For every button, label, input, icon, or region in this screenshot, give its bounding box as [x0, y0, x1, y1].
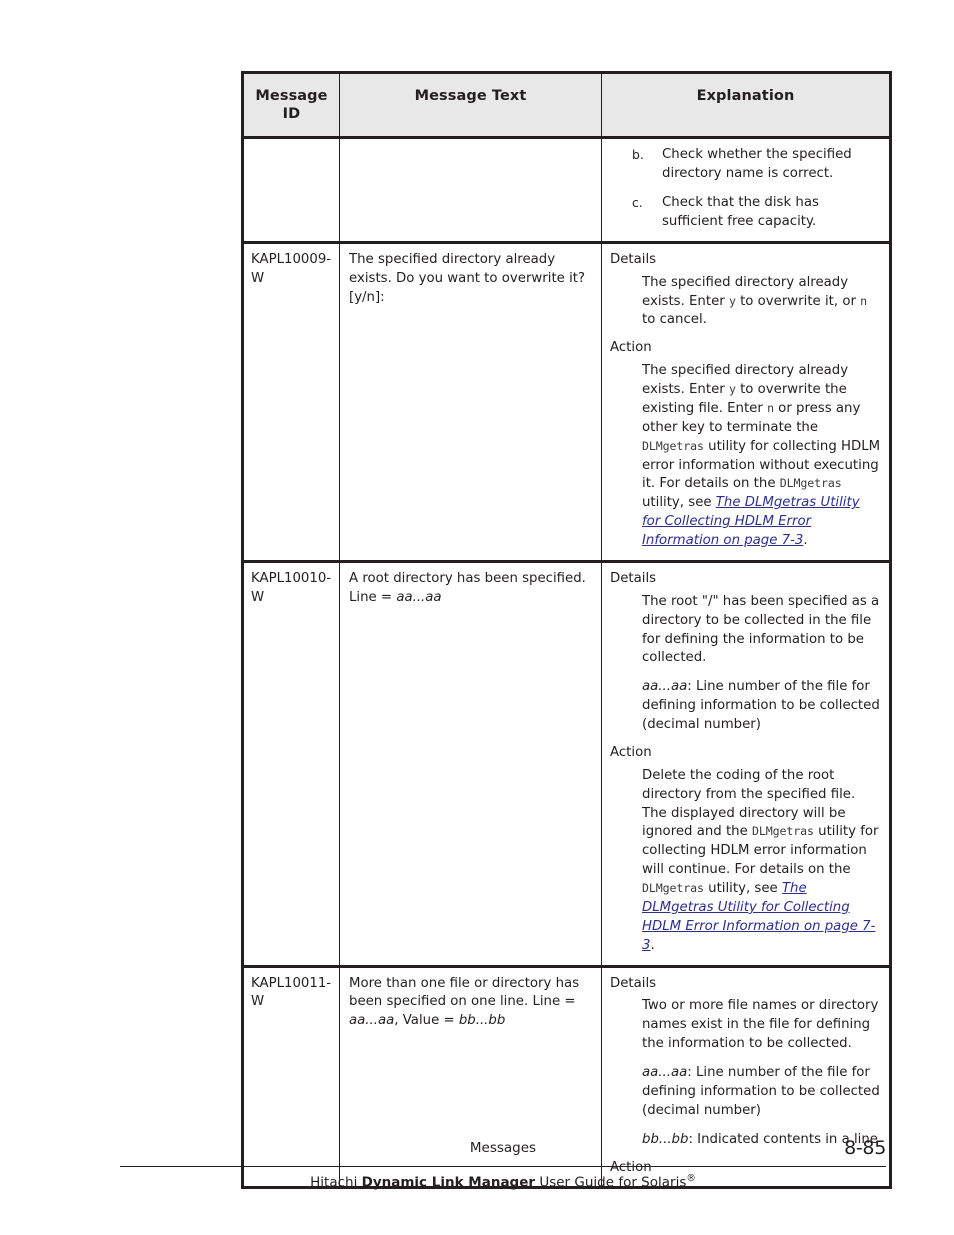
- details-label: Details: [610, 975, 657, 991]
- lettered-list: b. Check whether the specified directory…: [610, 146, 882, 232]
- action-text-part: .: [803, 533, 808, 548]
- list-item: c. Check that the disk has sufficient fr…: [610, 194, 882, 232]
- cell-message-id: KAPL10010-W: [242, 559, 340, 967]
- details-paragraph: aa...aa: Line number of the file for def…: [642, 678, 882, 735]
- guide-title-prefix: Hitachi: [310, 1174, 362, 1191]
- message-text-variable: bb...bb: [458, 1013, 506, 1029]
- action-text-part: utility, see: [703, 881, 782, 896]
- message-text-variable: aa...aa: [349, 1013, 395, 1029]
- message-table: Message ID Message Text Explanation b. C…: [241, 71, 892, 1190]
- page-footer: Messages 8-85 Hitachi Dynamic Link Manag…: [120, 1137, 886, 1191]
- action-label: Action: [610, 744, 652, 760]
- cell-message-text: A root directory has been specified. Lin…: [339, 559, 602, 967]
- cell-explanation: Details The root "/" has been specified …: [601, 559, 891, 967]
- cell-message-text: The specified directory already exists. …: [339, 240, 602, 562]
- cell-message-id: KAPL10009-W: [242, 240, 340, 562]
- guide-title-product: Dynamic Link Manager: [361, 1174, 536, 1191]
- list-item-text: Check that the disk has sufficient free …: [662, 195, 819, 229]
- cell-explanation: b. Check whether the specified directory…: [601, 137, 891, 243]
- action-text-part: utility, see: [642, 495, 716, 511]
- registered-trademark-icon: ®: [686, 1173, 696, 1184]
- details-text-part: to cancel.: [642, 312, 707, 328]
- details-paragraph: Two or more file names or directory name…: [642, 998, 879, 1052]
- footer-section-title: Messages: [469, 1140, 537, 1156]
- list-item: b. Check whether the specified directory…: [610, 146, 882, 184]
- message-text-part: More than one file or directory has been…: [349, 975, 580, 1010]
- inline-code: n: [860, 293, 868, 308]
- column-header-explanation: Explanation: [601, 71, 891, 140]
- details-paragraph: aa...aa: Line number of the file for def…: [642, 1064, 882, 1121]
- table-row: b. Check whether the specified directory…: [242, 137, 891, 243]
- action-paragraph: The specified directory already exists. …: [642, 362, 882, 551]
- list-marker: b.: [632, 147, 644, 163]
- footer-top-row: Messages 8-85: [120, 1137, 886, 1164]
- list-item-text: Check whether the specified directory na…: [662, 147, 852, 182]
- inline-code: DLMgetras: [642, 438, 704, 453]
- inline-code: DLMgetras: [752, 824, 814, 839]
- variable-name: aa...aa: [642, 1065, 688, 1080]
- details-paragraph: The root "/" has been specified as a dir…: [642, 593, 880, 666]
- action-text-part: .: [650, 937, 655, 953]
- column-header-message-id-line2: ID: [282, 106, 301, 123]
- action-paragraph: Delete the coding of the root directory …: [642, 767, 882, 956]
- message-text-part: A root directory has been specified. Lin…: [349, 570, 586, 605]
- inline-code: DLMgetras: [779, 476, 842, 491]
- message-text-variable: aa...aa: [396, 589, 442, 605]
- details-label: Details: [610, 570, 657, 586]
- inline-code: n: [767, 400, 774, 415]
- list-marker: c.: [632, 195, 643, 210]
- footer-guide-title: Hitachi Dynamic Link Manager User Guide …: [120, 1173, 886, 1191]
- cell-message-text: [339, 137, 602, 243]
- inline-code: DLMgetras: [642, 881, 704, 895]
- footer-divider: [120, 1166, 886, 1167]
- table-row: KAPL10009-W The specified directory alre…: [242, 240, 891, 562]
- table-row: KAPL10010-W A root directory has been sp…: [242, 559, 891, 967]
- column-header-message-id-line1: Message: [255, 88, 328, 104]
- table-header-row: Message ID Message Text Explanation: [242, 71, 891, 140]
- details-paragraph: The specified directory already exists. …: [642, 274, 882, 331]
- details-label: Details: [610, 251, 657, 267]
- action-label: Action: [610, 340, 652, 356]
- inline-code: y: [728, 293, 736, 308]
- page-number: 8-85: [844, 1137, 886, 1159]
- details-text-part: to overwrite it, or: [735, 293, 861, 309]
- message-text-part: , Value =: [394, 1013, 459, 1029]
- column-header-message-id: Message ID: [242, 71, 340, 140]
- cell-message-id: [242, 137, 340, 243]
- cell-explanation: Details The specified directory already …: [601, 240, 891, 562]
- column-header-message-text: Message Text: [339, 71, 602, 140]
- variable-name: aa...aa: [642, 679, 688, 695]
- inline-code: y: [728, 382, 736, 396]
- guide-title-suffix: User Guide for Solaris: [535, 1174, 687, 1191]
